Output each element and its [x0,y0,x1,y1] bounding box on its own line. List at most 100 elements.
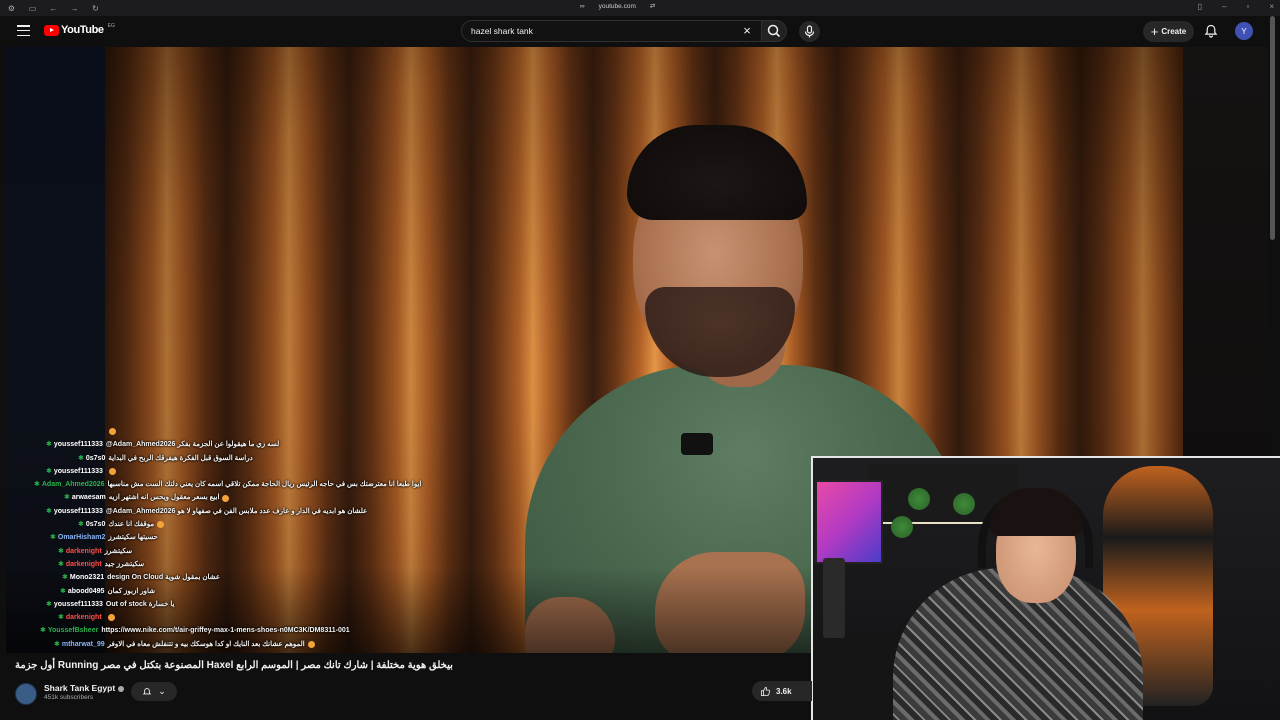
back-icon[interactable]: ← [49,4,58,13]
menu-icon[interactable] [17,25,30,36]
chat-text: سكيتشرز جيد [104,560,145,568]
chat-author[interactable]: youssef111333 [54,598,103,611]
live-chat-overlay: ✱ youssef111333 @Adam_Ahmed2026 لسه زي ما … [6,425,526,653]
chat-author[interactable]: OmarHisham2 [58,531,105,544]
chat-author[interactable]: darkenight [66,545,102,558]
search-input[interactable]: hazel shark tank [461,20,761,42]
chat-message: ✱ 0s7s0 دراسة السوق قبل الفكرة هيفرقك الرب… [6,452,526,465]
emoji-icon [222,494,230,502]
account-avatar[interactable]: Y [1235,22,1253,40]
logo-region: EG [107,23,115,29]
presenter-hair [627,125,807,220]
channel-name[interactable]: Shark Tank Egypt [44,683,125,693]
webcam-tumbler [823,558,845,638]
address-bar[interactable]: youtube.com [599,3,636,10]
voice-search-button[interactable] [799,21,820,42]
split-view-icon[interactable]: ▯ [1198,2,1202,11]
microphone-icon [804,25,815,38]
verified-badge-icon [118,685,125,692]
chat-member-badge-icon: ✱ [46,600,52,608]
youtube-logo[interactable]: YouTube EG [44,23,115,36]
chat-member-badge-icon: ✱ [46,467,52,475]
chat-author[interactable]: youssef111333 [54,505,103,518]
maximize-icon[interactable]: ▫ [1246,2,1249,11]
chat-message [6,425,526,438]
search-button[interactable] [761,20,787,42]
chat-author[interactable]: 0s7s0 [86,518,105,531]
emoji-icon [109,428,116,436]
channel-avatar[interactable] [15,683,37,705]
chat-member-badge-icon: ✱ [58,560,64,568]
chat-text: الموهم عشانك بعد النايك او كدا هوسكك بيه… [107,640,305,648]
chat-member-badge-icon: ✱ [58,614,64,622]
chat-author[interactable]: darkenight [66,558,102,571]
reload-icon[interactable]: ↻ [91,4,100,13]
chat-author[interactable]: youssef111333 [54,438,103,451]
forward-icon[interactable]: → [70,4,79,13]
chat-text: @Adam_Ahmed2026 علشان هو ابديه في الدار … [105,507,368,515]
chat-author[interactable]: YoussefBsheer [48,624,98,637]
emoji-icon [157,521,165,529]
chat-text: @Adam_Ahmed2026 لسه زي ما هيقولوا عن الج… [105,441,280,449]
chat-author[interactable]: abood0495 [68,651,105,653]
chat-message: ✱ darkenight سكيتشرز جيد [6,558,526,571]
chat-message: ✱ arwaesam ابيع بسعر معقول ويحس انه اشتهر … [6,491,526,504]
chat-message: ✱ Mono2321 design On Cloud عشان بمقول شوية [6,571,526,584]
channel-name-text: Shark Tank Egypt [44,683,116,693]
chat-member-badge-icon: ✱ [58,547,64,555]
chat-author[interactable]: arwaesam [72,491,106,504]
chat-member-badge-icon: ✱ [46,441,52,449]
chevron-down-icon: ⌄ [158,686,166,696]
chat-author[interactable]: mtharwat_99 [62,638,105,651]
subscribed-notifications-button[interactable]: ⌄ [131,682,177,701]
chat-text: design On Cloud عشان بمقول شوية [107,574,221,582]
create-button[interactable]: + Create [1143,21,1194,42]
chat-member-badge-icon: ✱ [78,454,84,462]
chat-text: https://www.nike.com/t/air-griffey-max-1… [101,627,350,635]
chat-message: ✱abood0495cashApp [6,651,526,653]
emoji-icon [307,640,315,648]
webcam-plant [953,493,975,515]
chat-member-badge-icon: ✱ [64,494,70,502]
extensions-icon[interactable]: ⚙ [7,4,16,13]
clear-search-icon[interactable]: × [740,24,754,38]
chat-message: ✱ darkenight [6,611,526,624]
chat-message: ✱ OmarHisham2 حسيتها سكيتشرز [6,531,526,544]
chat-member-badge-icon: ✱ [54,640,60,648]
chat-message: ✱ youssef111333 [6,465,526,478]
link-icon: ∞ [580,2,585,10]
chat-author[interactable]: abood0495 [68,585,105,598]
webcam-pink-screen [815,480,883,564]
chat-author[interactable]: 0s7s0 [86,452,105,465]
chat-text: دراسة السوق قبل الفكرة هيفرقك الربح في ا… [108,454,253,462]
chat-author[interactable]: Adam_Ahmed2026 [42,478,105,491]
youtube-play-icon [44,24,59,36]
chat-text: شاور ازبوز كمان [107,587,156,595]
chat-author[interactable]: youssef111333 [54,465,103,478]
chat-author[interactable]: Mono2321 [70,571,104,584]
chat-text: موقفك انا عندك [108,521,155,529]
notifications-bell-icon[interactable] [1203,23,1219,39]
chat-author[interactable]: darkenight [66,611,102,624]
emoji-icon [107,614,115,622]
chat-member-badge-icon: ✱ [60,587,66,595]
create-label: Create [1161,27,1187,36]
logo-text: YouTube [61,24,104,36]
page-scrollbar[interactable] [1270,16,1275,240]
sidebar-icon[interactable]: ▭ [28,4,37,13]
chat-text: cashApp [107,651,137,653]
chat-member-badge-icon: ✱ [62,574,68,582]
minimize-icon[interactable]: – [1222,2,1226,11]
chat-member-badge-icon: ✱ [40,627,46,635]
streamer-webcam [811,456,1280,720]
chat-message: ✱ youssef111333 Out of stock يا خسارة [6,598,526,611]
chat-message: ✱ abood0495 شاور ازبوز كمان [6,585,526,598]
search-icon [767,24,781,38]
like-count: 3.6k [776,686,792,696]
chat-message: ✱ mtharwat_99 الموهم عشانك بعد النايك او ك… [6,638,526,651]
like-button[interactable]: 3.6k [752,681,812,701]
close-window-icon[interactable]: × [1269,2,1274,11]
chat-text: سكيتشرز [104,547,133,555]
tune-icon[interactable]: ⇄ [650,2,655,10]
youtube-header: YouTube EG hazel shark tank × + Create Y [0,16,1280,47]
